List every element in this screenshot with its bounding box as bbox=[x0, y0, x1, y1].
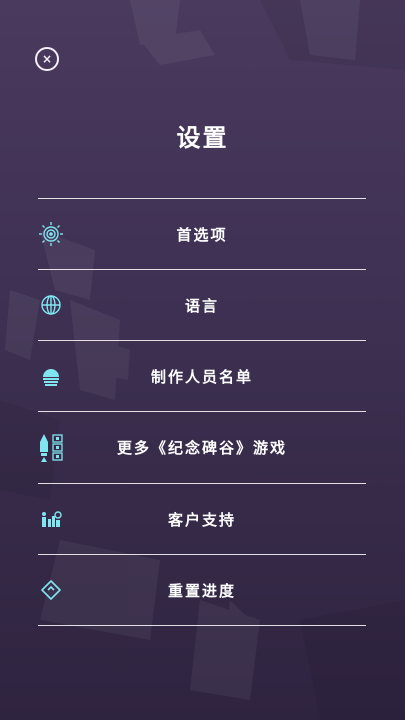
close-icon: × bbox=[41, 52, 53, 66]
preferences-sun-icon bbox=[38, 221, 64, 247]
menu-item-label: 首选项 bbox=[176, 225, 228, 244]
menu-item-label: 语言 bbox=[184, 296, 219, 315]
menu-item-label: 重置进度 bbox=[167, 581, 236, 600]
page-title: 设置 bbox=[176, 124, 229, 152]
menu-item-label: 制作人员名单 bbox=[150, 367, 253, 386]
rocket-qr-icon bbox=[38, 432, 66, 464]
menu-item-preferences[interactable]: 首选项 bbox=[38, 199, 366, 270]
menu-item-reset-progress[interactable]: 重置进度 bbox=[38, 555, 366, 626]
reset-cube-icon bbox=[38, 577, 64, 603]
menu-item-label: 更多《纪念碑谷》游戏 bbox=[116, 439, 287, 457]
globe-icon bbox=[38, 292, 64, 318]
credits-dome-icon bbox=[38, 363, 64, 389]
support-person-icon bbox=[38, 506, 64, 532]
settings-menu: 首选项 语言 制作人员名单 更多《纪念碑谷》游戏 客户支持 重置进度 bbox=[38, 198, 366, 626]
menu-item-label: 客户支持 bbox=[167, 510, 236, 529]
menu-item-more-games[interactable]: 更多《纪念碑谷》游戏 bbox=[38, 412, 366, 484]
menu-item-support[interactable]: 客户支持 bbox=[38, 484, 366, 555]
close-button[interactable]: × bbox=[35, 47, 59, 71]
menu-item-language[interactable]: 语言 bbox=[38, 270, 366, 341]
menu-item-credits[interactable]: 制作人员名单 bbox=[38, 341, 366, 412]
